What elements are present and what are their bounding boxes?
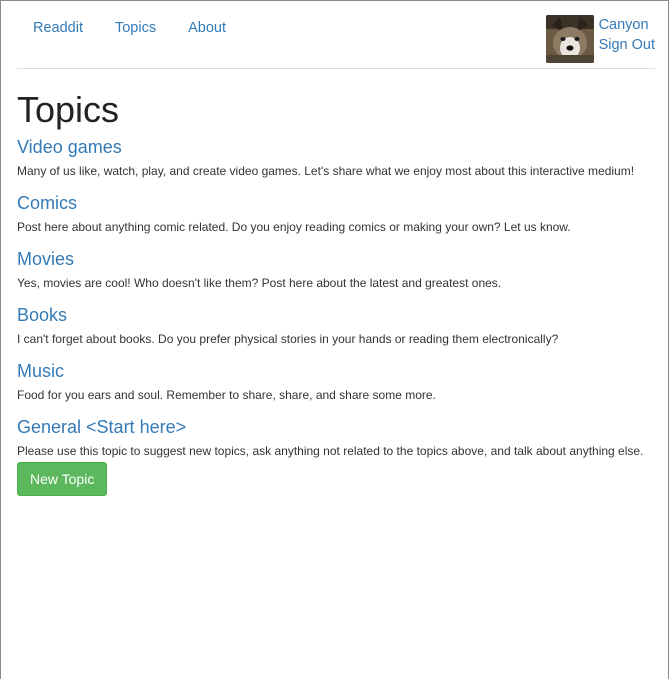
topic-description: I can't forget about books. Do you prefe… (17, 332, 559, 346)
topic-title-link[interactable]: Books (17, 304, 655, 326)
topic-item: Video games Many of us like, watch, play… (17, 136, 655, 179)
new-topic-button[interactable]: New Topic (17, 462, 108, 496)
nav-link-about[interactable]: About (172, 18, 242, 38)
topic-item: Music Food for you ears and soul. Rememb… (17, 360, 655, 403)
topic-list: Video games Many of us like, watch, play… (17, 136, 655, 459)
topic-description: Yes, movies are cool! Who doesn't like t… (17, 276, 502, 290)
avatar[interactable] (545, 15, 594, 63)
sign-out-link[interactable]: Sign Out (599, 35, 655, 55)
topic-title-link[interactable]: Music (17, 360, 655, 382)
topic-item: General <Start here> Please use this top… (17, 416, 655, 459)
topic-description: Post here about anything comic related. … (17, 220, 571, 234)
nav-link-topics[interactable]: Topics (99, 18, 172, 38)
user-profile-link[interactable]: Canyon (599, 15, 655, 35)
topic-description: Many of us like, watch, play, and create… (17, 164, 635, 178)
topic-item: Books I can't forget about books. Do you… (17, 304, 655, 347)
page-container: Readdit Topics About Canyon Sign Out Top… (17, 0, 655, 496)
user-links: Canyon Sign Out (599, 15, 655, 55)
page-title: Topics (17, 89, 120, 130)
topic-description: Food for you ears and soul. Remember to … (17, 388, 436, 402)
topic-description: Please use this topic to suggest new top… (17, 444, 644, 458)
topic-title-link[interactable]: General <Start here> (17, 416, 655, 438)
nav-links: Readdit Topics About (17, 18, 242, 38)
topic-title-link[interactable]: Movies (17, 248, 655, 270)
topic-title-link[interactable]: Video games (17, 136, 655, 158)
topic-item: Comics Post here about anything comic re… (17, 192, 655, 235)
nav-link-readdit[interactable]: Readdit (17, 18, 99, 38)
navbar: Readdit Topics About Canyon Sign Out (17, 0, 655, 69)
topic-title-link[interactable]: Comics (17, 192, 655, 214)
topic-item: Movies Yes, movies are cool! Who doesn't… (17, 248, 655, 291)
user-area: Canyon Sign Out (545, 15, 655, 63)
